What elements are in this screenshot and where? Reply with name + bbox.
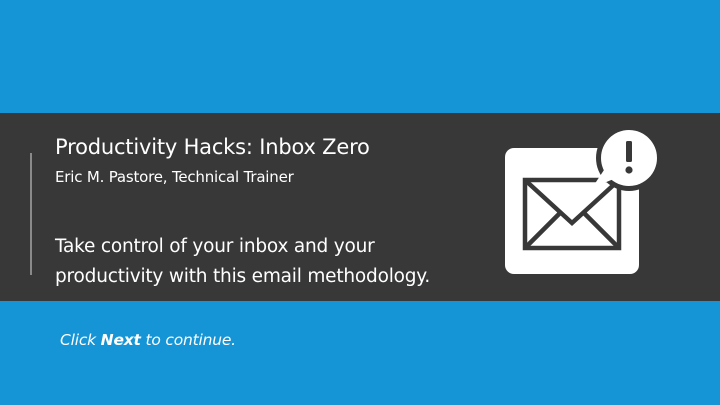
top-band (0, 0, 720, 113)
prompt-text-after: to continue. (140, 331, 236, 349)
author-name: Eric M. Pastore, Technical Trainer (55, 168, 294, 186)
bottom-band (0, 301, 720, 405)
course-description: Take control of your inbox and your prod… (55, 232, 475, 292)
continue-prompt: Click Next to continue. (60, 331, 236, 349)
accent-divider (30, 153, 32, 275)
course-title: Productivity Hacks: Inbox Zero (55, 135, 370, 159)
prompt-text-before: Click (60, 331, 101, 349)
next-keyword: Next (100, 331, 141, 349)
envelope-alert-icon (505, 128, 662, 274)
description-line: Take control of your inbox and your (55, 236, 375, 257)
description-line: productivity with this email methodology… (55, 266, 431, 287)
